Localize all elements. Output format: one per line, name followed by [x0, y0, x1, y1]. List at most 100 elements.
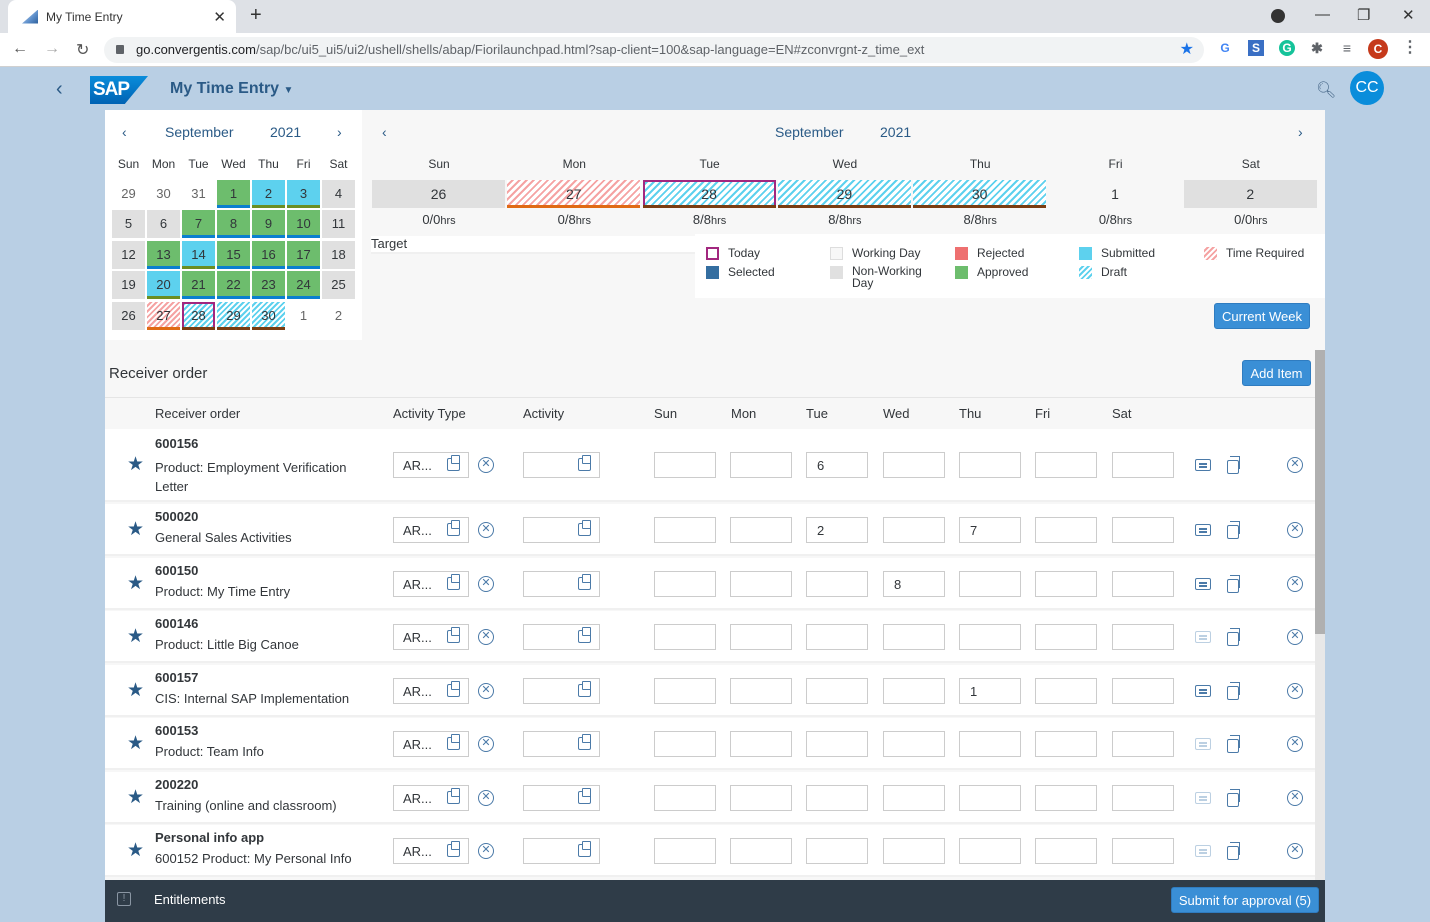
activity-input[interactable]	[523, 731, 600, 757]
hours-input-fri[interactable]	[1035, 571, 1097, 597]
week-day-cell[interactable]: 29	[777, 180, 911, 208]
clear-activity-type-icon[interactable]: ✕	[478, 522, 494, 538]
hours-input-tue[interactable]: 6	[806, 452, 868, 478]
calendar-day[interactable]: 1	[217, 180, 250, 208]
copy-icon[interactable]	[1227, 521, 1240, 539]
hours-input-mon[interactable]	[730, 517, 792, 543]
delete-row-icon[interactable]: ✕	[1287, 629, 1303, 645]
entitlements-icon[interactable]: !	[117, 892, 131, 906]
clear-activity-type-icon[interactable]: ✕	[478, 683, 494, 699]
table-row[interactable]: ★ 500020 General Sales Activities AR... ✕ 2 7 ✕	[105, 504, 1315, 556]
calendar-day[interactable]: 9	[252, 210, 285, 238]
calendar-day[interactable]: 2	[322, 302, 355, 330]
calendar-day[interactable]: 17	[287, 241, 320, 269]
calendar-day[interactable]: 20	[147, 271, 180, 299]
hours-input-sat[interactable]	[1112, 452, 1174, 478]
translate-extension-icon[interactable]: G	[1217, 40, 1233, 56]
value-help-icon[interactable]	[578, 734, 591, 750]
hours-input-mon[interactable]	[730, 731, 792, 757]
new-tab-icon[interactable]: +	[250, 4, 262, 27]
activity-type-input[interactable]: AR...	[393, 731, 469, 757]
hours-input-sun[interactable]	[654, 838, 716, 864]
hours-input-fri[interactable]	[1035, 517, 1097, 543]
table-row[interactable]: ★ 600156 Product: Employment Verification …	[105, 429, 1315, 502]
forward-icon[interactable]: →	[44, 40, 60, 58]
activity-type-input[interactable]: AR...	[393, 452, 469, 478]
table-row[interactable]: ★ 600150 Product: My Time Entry AR... ✕ 8 ✕	[105, 558, 1315, 610]
week-day-cell[interactable]: 30	[913, 180, 1047, 208]
calendar-day[interactable]: 16	[252, 241, 285, 269]
value-help-icon[interactable]	[447, 681, 460, 697]
browser-menu-icon[interactable]: ⋮	[1402, 40, 1418, 56]
copy-icon[interactable]	[1227, 628, 1240, 646]
calendar-day[interactable]: 18	[322, 241, 355, 269]
hours-input-mon[interactable]	[730, 452, 792, 478]
hours-input-thu[interactable]	[959, 731, 1021, 757]
clear-activity-type-icon[interactable]: ✕	[478, 790, 494, 806]
calendar-day[interactable]: 8	[217, 210, 250, 238]
hours-input-thu[interactable]: 1	[959, 678, 1021, 704]
copy-icon[interactable]	[1227, 789, 1240, 807]
week-day-cell[interactable]: 1	[1048, 180, 1182, 208]
hours-input-mon[interactable]	[730, 838, 792, 864]
calendar-day[interactable]: 25	[322, 271, 355, 299]
calendar-day[interactable]: 2	[252, 180, 285, 208]
media-queue-icon[interactable]: ≡	[1339, 40, 1355, 56]
week-day-cell[interactable]: 27	[507, 180, 641, 208]
grammarly-icon[interactable]: G	[1279, 40, 1295, 56]
table-row[interactable]: ★ 600153 Product: Team Info AR... ✕ ✕	[105, 718, 1315, 770]
hours-input-thu[interactable]: 7	[959, 517, 1021, 543]
vertical-scrollbar[interactable]	[1315, 350, 1325, 880]
activity-input[interactable]	[523, 678, 600, 704]
delete-row-icon[interactable]: ✕	[1287, 683, 1303, 699]
value-help-icon[interactable]	[578, 574, 591, 590]
delete-row-icon[interactable]: ✕	[1287, 790, 1303, 806]
calendar-day[interactable]: 14	[182, 241, 215, 269]
hours-input-wed[interactable]	[883, 678, 945, 704]
close-tab-icon[interactable]: ✕	[213, 8, 226, 26]
favorite-star-icon[interactable]: ★	[127, 679, 144, 702]
hours-input-tue[interactable]	[806, 785, 868, 811]
value-help-icon[interactable]	[578, 788, 591, 804]
hours-input-wed[interactable]	[883, 624, 945, 650]
activity-input[interactable]	[523, 571, 600, 597]
copy-icon[interactable]	[1227, 456, 1240, 474]
hours-input-sun[interactable]	[654, 571, 716, 597]
value-help-icon[interactable]	[578, 627, 591, 643]
favorite-star-icon[interactable]: ★	[127, 518, 144, 541]
calendar-day[interactable]: 3	[287, 180, 320, 208]
month-next-icon[interactable]: ›	[337, 124, 342, 140]
hours-input-sat[interactable]	[1112, 785, 1174, 811]
hours-input-sun[interactable]	[654, 452, 716, 478]
favorite-star-icon[interactable]: ★	[127, 786, 144, 809]
hours-input-thu[interactable]	[959, 624, 1021, 650]
s-extension-icon[interactable]: S	[1248, 40, 1264, 56]
hours-input-tue[interactable]: 2	[806, 517, 868, 543]
hours-input-fri[interactable]	[1035, 678, 1097, 704]
hours-input-fri[interactable]	[1035, 785, 1097, 811]
value-help-icon[interactable]	[447, 627, 460, 643]
comment-icon[interactable]	[1195, 524, 1211, 536]
activity-type-input[interactable]: AR...	[393, 571, 469, 597]
minimize-icon[interactable]: —	[1315, 6, 1330, 23]
hours-input-mon[interactable]	[730, 678, 792, 704]
clear-activity-type-icon[interactable]: ✕	[478, 457, 494, 473]
calendar-day[interactable]: 13	[147, 241, 180, 269]
calendar-day[interactable]: 11	[322, 210, 355, 238]
week-day-cell[interactable]: 28	[642, 180, 776, 208]
hours-input-mon[interactable]	[730, 624, 792, 650]
favorite-star-icon[interactable]: ★	[127, 572, 144, 595]
table-row[interactable]: ★ 200220 Training (online and classroom) AR…	[105, 772, 1315, 824]
entitlements-link[interactable]: Entitlements	[154, 892, 226, 907]
comment-icon[interactable]	[1195, 685, 1211, 697]
hours-input-fri[interactable]	[1035, 624, 1097, 650]
reload-icon[interactable]: ↻	[76, 40, 89, 60]
hours-input-thu[interactable]	[959, 838, 1021, 864]
comment-icon[interactable]	[1195, 459, 1211, 471]
comment-icon[interactable]	[1195, 578, 1211, 590]
hours-input-sun[interactable]	[654, 785, 716, 811]
copy-icon[interactable]	[1227, 575, 1240, 593]
table-row[interactable]: ★ Personal info app 600152 Product: My Per…	[105, 825, 1315, 877]
table-row[interactable]: ★ 600146 Product: Little Big Canoe AR... ✕ ✕	[105, 611, 1315, 663]
hours-input-sun[interactable]	[654, 517, 716, 543]
